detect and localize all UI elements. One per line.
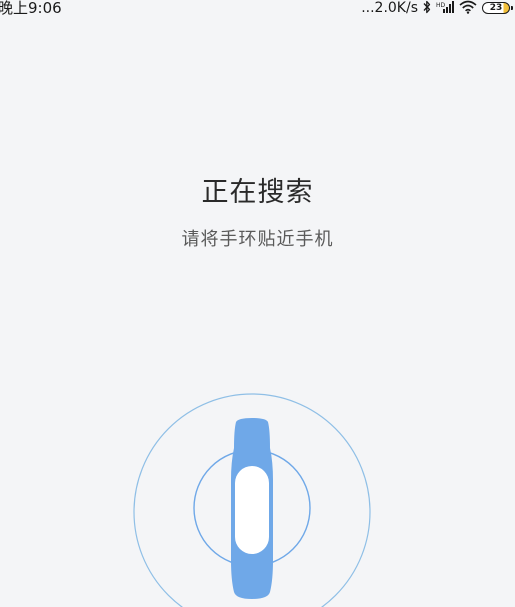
wifi-icon (459, 0, 477, 17)
signal-icon: HD (436, 0, 454, 17)
network-speed: ...2.0K/s (361, 0, 418, 16)
status-bar: 晚上9:06 ...2.0K/s HD 23 (0, 0, 515, 18)
search-instruction: 请将手环贴近手机 (181, 229, 334, 250)
fitness-band-icon (231, 418, 273, 599)
status-icons: ...2.0K/s HD 23 (361, 0, 513, 17)
pairing-screen: 晚上9:06 ...2.0K/s HD 23 正在搜索 请将手环贴近手机 (0, 0, 515, 607)
search-title: 正在搜索 (201, 177, 314, 208)
svg-text:HD: HD (436, 2, 446, 9)
battery-icon: 23 (482, 2, 513, 14)
status-time: 晚上9:06 (0, 0, 62, 17)
bluetooth-icon (423, 0, 431, 17)
searching-graphic (133, 393, 371, 607)
battery-cap (511, 6, 513, 10)
battery-level: 23 (489, 3, 503, 13)
